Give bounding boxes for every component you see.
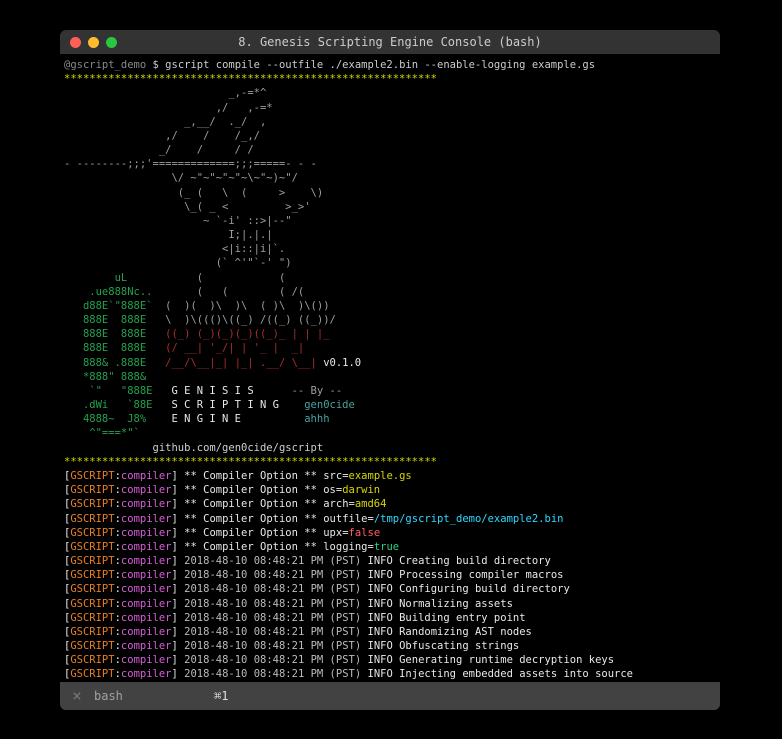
terminal-window: 8. Genesis Scripting Engine Console (bas… — [60, 30, 720, 710]
maximize-button[interactable] — [106, 37, 117, 48]
titlebar: 8. Genesis Scripting Engine Console (bas… — [60, 30, 720, 54]
tab-shortcut: ⌘1 — [214, 688, 228, 704]
tab-shell-name[interactable]: bash — [94, 688, 194, 704]
window-controls — [70, 37, 117, 48]
close-tab-icon[interactable]: × — [60, 685, 94, 707]
minimize-button[interactable] — [88, 37, 99, 48]
close-button[interactable] — [70, 37, 81, 48]
window-title: 8. Genesis Scripting Engine Console (bas… — [60, 34, 720, 50]
tab-bar: × bash ⌘1 — [60, 682, 720, 710]
terminal-body[interactable]: @gscript_demo $ gscript compile --outfil… — [60, 54, 720, 682]
